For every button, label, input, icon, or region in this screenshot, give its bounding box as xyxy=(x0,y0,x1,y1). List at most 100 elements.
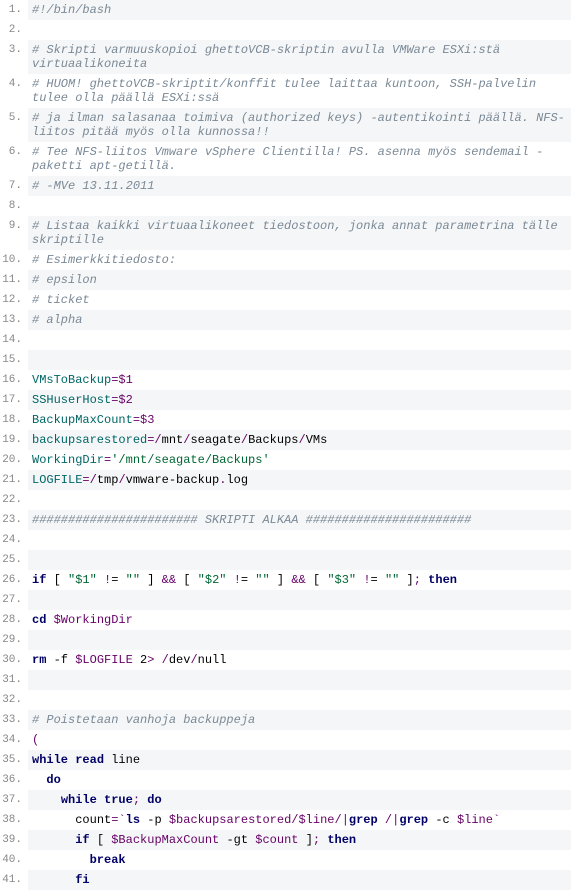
line-number: 29. xyxy=(0,630,22,650)
token: "" xyxy=(255,573,269,587)
token: / xyxy=(90,473,97,487)
code-line xyxy=(28,590,571,610)
line-number: 2. xyxy=(0,20,22,40)
code-line: VMsToBackup=$1 xyxy=(28,370,571,390)
code-line: # Poistetaan vanhoja backuppeja xyxy=(28,710,571,730)
token: # ja ilman salasanaa toimiva (authorized… xyxy=(32,111,565,139)
token: tmp xyxy=(97,473,119,487)
token: SSHuserHost xyxy=(32,393,111,407)
token: "$1" xyxy=(68,573,97,587)
code-line xyxy=(28,550,571,570)
token: line xyxy=(104,753,140,767)
code-line xyxy=(28,20,571,40)
code-block: 1.2.3.4.5.6.7.8.9.10.11.12.13.14.15.16.1… xyxy=(0,0,571,890)
token: '/mnt/seagate/Backups' xyxy=(111,453,269,467)
token: do xyxy=(147,793,161,807)
token: "$3" xyxy=(327,573,356,587)
token: if xyxy=(32,573,46,587)
token: ; xyxy=(414,573,421,587)
code-line: do xyxy=(28,770,571,790)
token: ( xyxy=(32,733,39,747)
token xyxy=(32,793,61,807)
token: "" xyxy=(385,573,399,587)
line-number: 4. xyxy=(0,74,22,108)
line-number: 8. xyxy=(0,196,22,216)
token: [ xyxy=(46,573,68,587)
line-number: 10. xyxy=(0,250,22,270)
token: seagate xyxy=(190,433,240,447)
token: ` xyxy=(118,813,125,827)
line-number: 21. xyxy=(0,470,22,490)
token: ] xyxy=(270,573,292,587)
token: log xyxy=(226,473,248,487)
token: / xyxy=(190,653,197,667)
line-number: 35. xyxy=(0,750,22,770)
line-number: 19. xyxy=(0,430,22,450)
token: vmware-backup xyxy=(126,473,220,487)
token: / xyxy=(154,433,161,447)
code-line: # -MVe 13.11.2011 xyxy=(28,176,571,196)
token: dev xyxy=(169,653,191,667)
line-number: 33. xyxy=(0,710,22,730)
token: [ xyxy=(306,573,328,587)
line-number: 3. xyxy=(0,40,22,74)
token: ; xyxy=(133,793,140,807)
token: = xyxy=(133,413,140,427)
code-line: # alpha xyxy=(28,310,571,330)
token: do xyxy=(46,773,60,787)
code-line xyxy=(28,690,571,710)
token xyxy=(226,573,233,587)
code-line xyxy=(28,670,571,690)
line-number: 16. xyxy=(0,370,22,390)
token: # HUOM! ghettoVCB-skriptit/konffit tulee… xyxy=(32,77,543,105)
token: / xyxy=(241,433,248,447)
line-number: 36. xyxy=(0,770,22,790)
token: -c xyxy=(428,813,457,827)
line-number: 38. xyxy=(0,810,22,830)
line-number: 14. xyxy=(0,330,22,350)
line-number: 9. xyxy=(0,216,22,250)
token: = xyxy=(111,573,125,587)
token xyxy=(32,833,75,847)
token: null xyxy=(198,653,227,667)
token: = xyxy=(371,573,385,587)
line-number: 40. xyxy=(0,850,22,870)
token: VMsToBackup xyxy=(32,373,111,387)
code-line: # Tee NFS-liitos Vmware vSphere Clientil… xyxy=(28,142,571,176)
code-line: cd $WorkingDir xyxy=(28,610,571,630)
token xyxy=(46,613,53,627)
token: $backupsarestored xyxy=(169,813,291,827)
token: ] xyxy=(299,833,313,847)
token: # Skripti varmuuskopioi ghettoVCB-skript… xyxy=(32,43,507,71)
line-number: 1. xyxy=(0,0,22,20)
token: grep xyxy=(399,813,428,827)
token: count xyxy=(32,813,111,827)
line-number: 20. xyxy=(0,450,22,470)
code-line: # Listaa kaikki virtuaalikoneet tiedosto… xyxy=(28,216,571,250)
token: / xyxy=(118,473,125,487)
token: $line xyxy=(298,813,334,827)
code-line: ( xyxy=(28,730,571,750)
token: mnt xyxy=(162,433,184,447)
code-line: ####################### SKRIPTI ALKAA ##… xyxy=(28,510,571,530)
code-line: #!/bin/bash xyxy=(28,0,571,20)
code-line: LOGFILE=/tmp/vmware-backup.log xyxy=(28,470,571,490)
token: $line xyxy=(457,813,493,827)
line-number: 37. xyxy=(0,790,22,810)
token xyxy=(97,793,104,807)
token: WorkingDir xyxy=(32,453,104,467)
token: LOGFILE xyxy=(32,473,82,487)
token xyxy=(378,813,385,827)
token: $LOGFILE xyxy=(75,653,133,667)
token: break xyxy=(90,853,126,867)
token: Backups xyxy=(248,433,298,447)
code-line xyxy=(28,530,571,550)
code-line: # ja ilman salasanaa toimiva (authorized… xyxy=(28,108,571,142)
token: ! xyxy=(363,573,370,587)
code-line: break xyxy=(28,850,571,870)
code-line: while true; do xyxy=(28,790,571,810)
code-line xyxy=(28,330,571,350)
code-lines: #!/bin/bash # Skripti varmuuskopioi ghet… xyxy=(28,0,571,890)
line-number: 17. xyxy=(0,390,22,410)
line-number: 5. xyxy=(0,108,22,142)
